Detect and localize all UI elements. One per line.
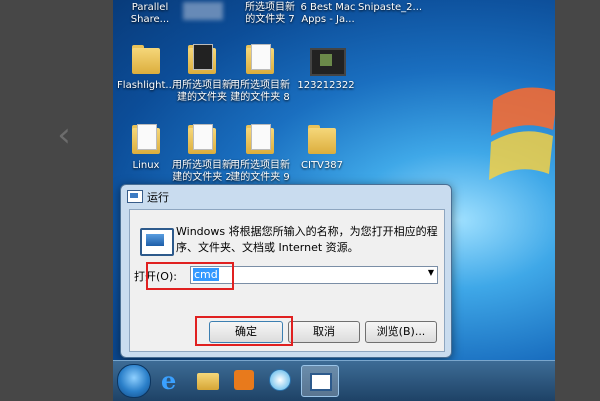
desktop-icon-new-folder[interactable]: 用所选项目新 建的文件夹 [169,42,235,104]
icon-label: 建的文件夹 8 [230,92,290,103]
cancel-button[interactable]: 取消 [288,321,360,343]
icon-label: 建的文件夹 [177,92,227,103]
desktop-icon-mac-apps[interactable]: 6 Best Mac Apps - Ja... [295,2,361,26]
icon-label: Share... [130,14,170,25]
windows-flag-logo [489,87,555,180]
icon-label: CITV387 [301,160,343,171]
highlight-box-input [146,262,234,290]
previous-arrow-icon[interactable]: ‹ [52,115,76,155]
folder-icon [130,122,162,158]
run-program-icon [140,228,174,256]
icon-label: 123212322 [297,80,355,91]
viewer-right-panel [555,0,600,400]
desktop-icon-folder-7[interactable]: 所选项目新 的文件夹 7 [237,2,303,26]
run-dialog-title: 运行 [147,191,169,204]
run-description: Windows 将根据您所输入的名称，为您打开相应的程序、文件夹、文档或 Int… [176,225,438,254]
desktop-icon-parallel-share[interactable]: Parallel Share... [117,2,183,26]
desktop-icon-new-folder-8[interactable]: 用所选项目新 建的文件夹 8 [227,42,293,104]
icon-label: Snipaste_2... [357,2,423,13]
icon-label: 用所选项目新 [230,80,290,91]
video-file-icon [310,42,346,78]
taskbar: e [113,360,555,401]
desktop-icon-new-folder-9[interactable]: 用所选项目新 建的文件夹 9 [227,122,293,184]
windows-explorer-icon[interactable] [193,365,223,395]
icon-label: 用所选项目新 [172,80,232,91]
icon-label: 6 Best Mac [300,2,356,13]
internet-explorer-icon[interactable]: e [157,365,187,395]
viewer-left-panel: ‹ [0,0,113,400]
icon-label: 建的文件夹 9 [230,172,290,183]
run-app-icon [127,190,143,203]
icon-label: Parallel [131,2,169,13]
desktop-icon-video[interactable]: 123212322 [293,42,359,92]
icon-label: 所选项目新 [245,2,295,13]
chevron-down-icon[interactable]: ▼ [428,268,434,277]
icon-label: 的文件夹 7 [245,14,295,25]
desktop-icon-new-folder-2[interactable]: 用所选项目新 建的文件夹 2 [169,122,235,184]
folder-icon [244,122,276,158]
folder-icon [244,42,276,78]
start-button[interactable] [117,364,151,398]
folder-icon [306,122,338,158]
icon-label: 建的文件夹 2 [172,172,232,183]
browser-icon[interactable] [265,365,295,395]
flashlight-folder-icon [130,42,162,78]
folder-icon [186,122,218,158]
highlight-box-ok [195,316,293,346]
desktop-icon-snipaste[interactable]: Snipaste_2... [357,2,423,14]
blurred-region [183,2,223,20]
desktop-icon-citv[interactable]: CITV387 [289,122,355,172]
media-player-icon[interactable] [229,365,259,395]
icon-label: 用所选项目新 [172,160,232,171]
icon-label: 用所选项目新 [230,160,290,171]
folder-icon [186,42,218,78]
run-taskbar-icon[interactable] [301,365,339,397]
icon-label: Apps - Ja... [301,14,355,25]
desktop: Parallel Share... 所选项目新 的文件夹 7 6 Best Ma… [113,0,555,400]
run-dialog-titlebar[interactable]: 运行 [121,185,451,207]
browse-button[interactable]: 浏览(B)... [365,321,437,343]
